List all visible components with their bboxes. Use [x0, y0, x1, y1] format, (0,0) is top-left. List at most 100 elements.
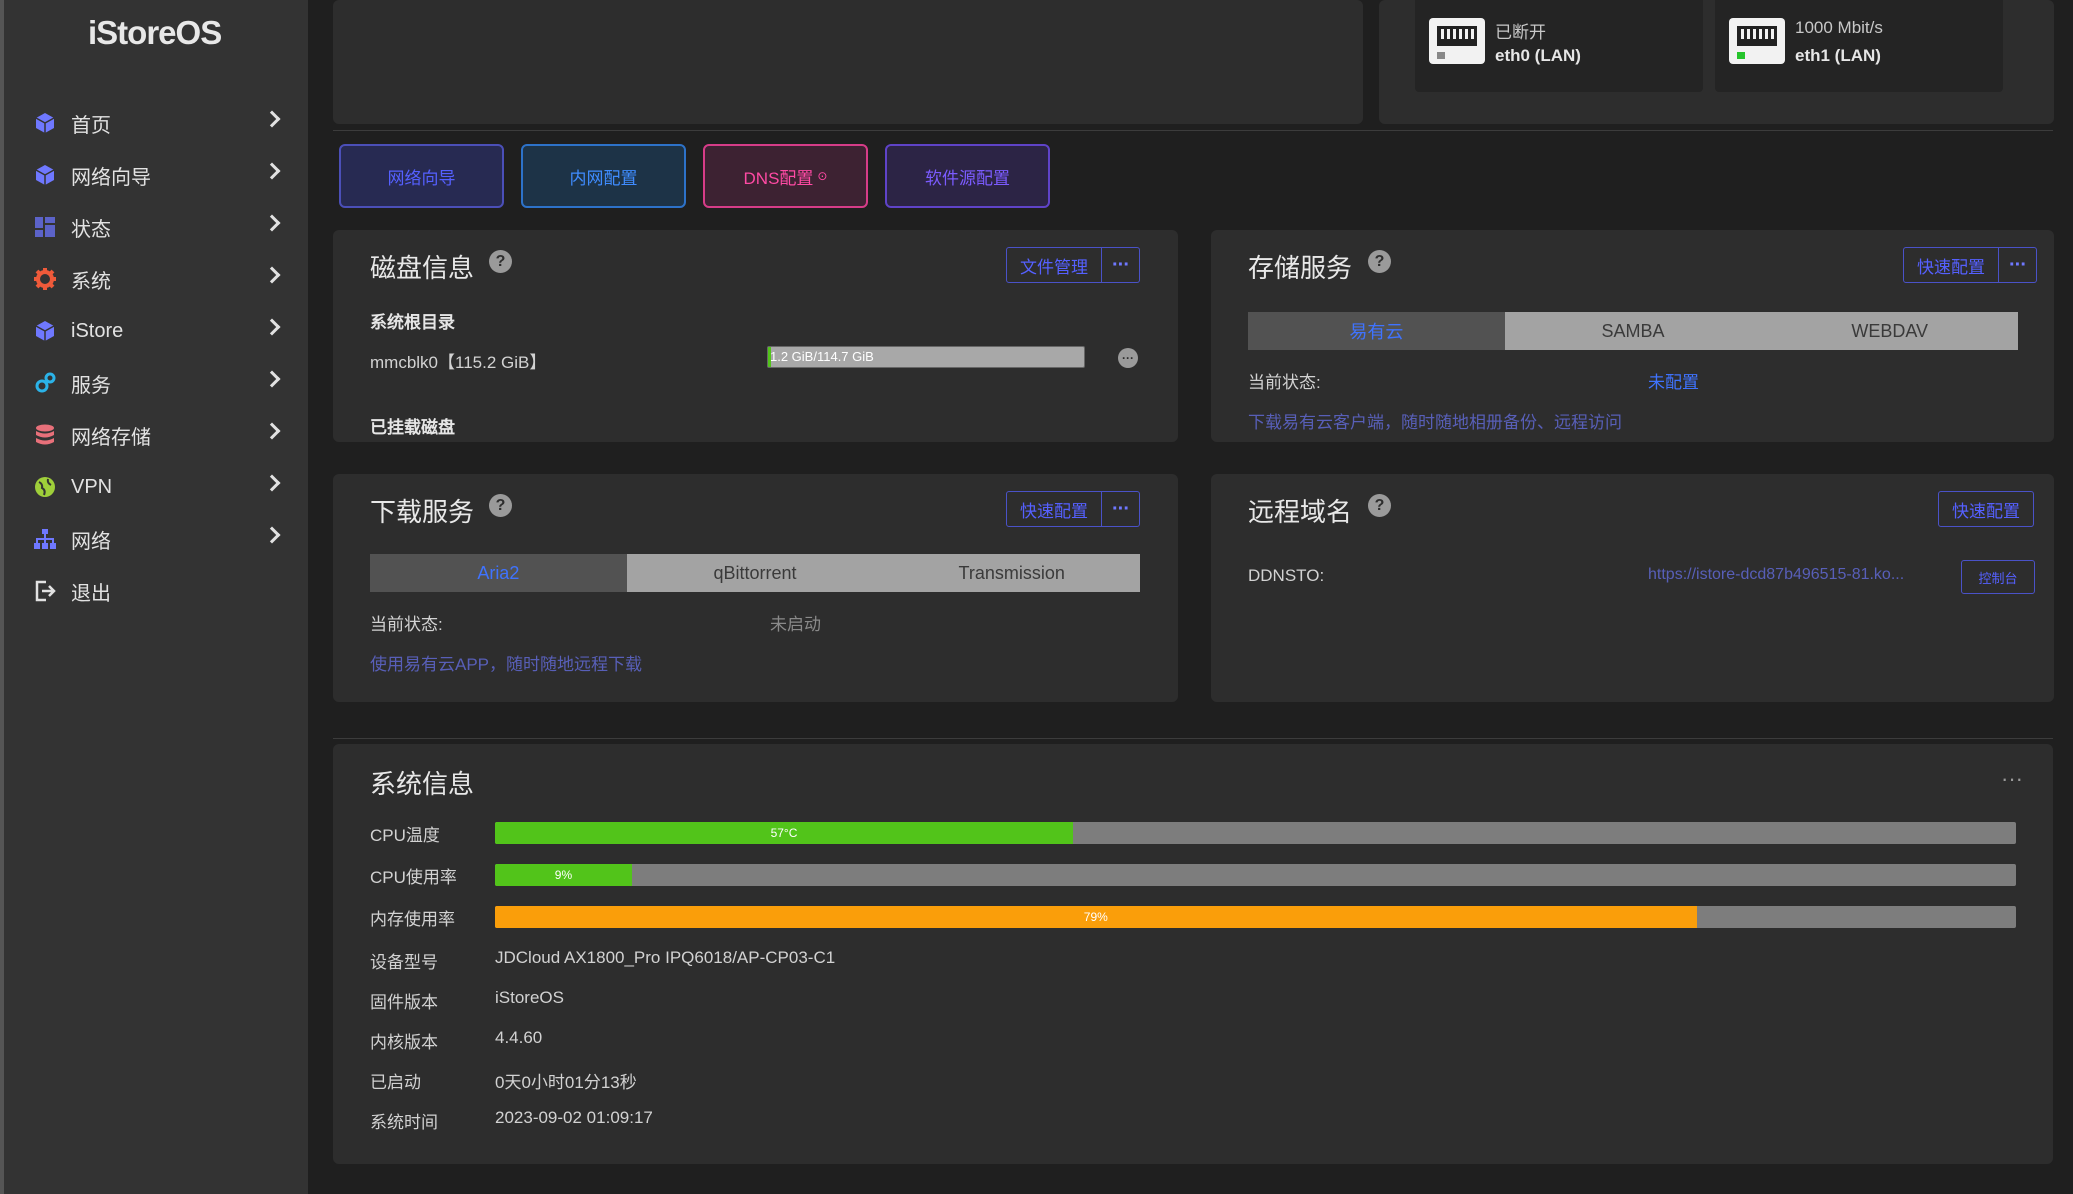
more-circle-icon[interactable]: ···	[1118, 348, 1138, 368]
sidebar: iStoreOS 首页 网络向导 状态 系统 iStore 服务 网络存储 VP…	[0, 0, 308, 1194]
tab-aria2[interactable]: Aria2	[370, 554, 627, 592]
status-value: 未启动	[770, 615, 821, 634]
divider	[333, 130, 2053, 131]
disk-usage-text: 1.2 GiB/114.7 GiB	[770, 349, 874, 364]
chevron-right-icon	[263, 474, 281, 492]
download-hint-link[interactable]: 使用易有云APP，随时随地远程下载	[370, 650, 642, 675]
help-icon[interactable]: ?	[489, 250, 512, 273]
kernel-value: 4.4.60	[495, 1028, 543, 1047]
sidebar-item-network[interactable]: 网络	[4, 513, 308, 565]
bar-label: 内存使用率	[370, 910, 455, 929]
chevron-right-icon	[263, 422, 281, 440]
status-label: 当前状态:	[370, 615, 443, 634]
disk-usage-bar: 1.2 GiB/114.7 GiB	[767, 346, 1085, 368]
port-eth1: 1000 Mbit/s eth1 (LAN)	[1715, 0, 2003, 92]
help-icon[interactable]: ?	[489, 494, 512, 517]
more-icon[interactable]: ···	[1102, 247, 1140, 283]
help-icon[interactable]: ?	[1368, 250, 1391, 273]
quick-config-button[interactable]: 快速配置	[1903, 247, 1999, 283]
firmware-value: iStoreOS	[495, 988, 564, 1007]
bar-label: CPU使用率	[370, 868, 457, 887]
port-name: eth1 (LAN)	[1795, 46, 1881, 65]
sidebar-item-label: 系统	[71, 270, 111, 293]
chevron-right-icon	[263, 110, 281, 128]
info-label: 已启动	[370, 1073, 421, 1092]
port-status: 已断开	[1495, 23, 1546, 42]
tab-ecloud[interactable]: 易有云	[1248, 312, 1505, 350]
sidebar-item-nas[interactable]: 网络存储	[4, 409, 308, 461]
ecloud-hint-link[interactable]: 下载易有云客户端，随时随地相册备份、远程访问	[1248, 408, 1622, 433]
system-time-value: 2023-09-02 01:09:17	[495, 1108, 653, 1127]
ethernet-port-icon	[1729, 18, 1785, 64]
chevron-right-icon	[263, 266, 281, 284]
chevron-right-icon	[263, 214, 281, 232]
software-source-button[interactable]: 软件源配置	[885, 144, 1050, 208]
sitemap-icon	[34, 528, 56, 550]
port-status: 1000 Mbit/s	[1795, 18, 1883, 37]
status-value-link[interactable]: 未配置	[1648, 368, 1699, 393]
memory-usage-bar: 79%	[495, 906, 2016, 928]
tab-qbittorrent[interactable]: qBittorrent	[627, 554, 884, 592]
sidebar-item-network-wizard[interactable]: 网络向导	[4, 149, 308, 201]
chevron-right-icon	[263, 370, 281, 388]
sidebar-item-vpn[interactable]: VPN	[4, 461, 308, 513]
sidebar-item-home[interactable]: 首页	[4, 97, 308, 149]
sidebar-item-services[interactable]: 服务	[4, 357, 308, 409]
file-manager-button[interactable]: 文件管理	[1006, 247, 1102, 283]
sidebar-item-label: 网络	[71, 530, 111, 553]
tab-webdav[interactable]: WEBDAV	[1761, 312, 2018, 350]
sidebar-item-label: iStore	[71, 319, 124, 342]
bar-label: CPU温度	[370, 826, 440, 845]
sidebar-item-label: 服务	[71, 374, 111, 397]
cpu-usage-bar: 9%	[495, 864, 2016, 886]
tab-samba[interactable]: SAMBA	[1505, 312, 1762, 350]
system-info-card: 系统信息 ··· CPU温度 57°C CPU使用率 9% 内存使用率 79% …	[333, 744, 2053, 1164]
status-label: 当前状态:	[1248, 373, 1321, 392]
quick-config-button[interactable]: 快速配置	[1006, 491, 1102, 527]
download-service-card: 下载服务 ? 快速配置 ··· Aria2 qBittorrent Transm…	[333, 474, 1178, 702]
console-button[interactable]: 控制台	[1961, 560, 2035, 594]
main-content: 已断开 eth0 (LAN) 1000 Mbit/s eth1 (LAN) 网络…	[308, 0, 2073, 1194]
quick-config-button[interactable]: 快速配置	[1938, 491, 2034, 527]
dns-config-button[interactable]: DNS配置 ⊙	[703, 144, 868, 208]
logo: iStoreOS	[88, 14, 222, 51]
logout-icon	[34, 580, 56, 602]
tab-transmission[interactable]: Transmission	[883, 554, 1140, 592]
sidebar-item-label: 首页	[71, 114, 111, 137]
more-icon[interactable]: ···	[2001, 766, 2023, 792]
cube-icon	[34, 112, 56, 134]
more-icon[interactable]: ···	[1102, 491, 1140, 527]
sidebar-item-istore[interactable]: iStore	[4, 305, 308, 357]
sidebar-item-status[interactable]: 状态	[4, 201, 308, 253]
sidebar-item-system[interactable]: 系统	[4, 253, 308, 305]
bar-fill: 57°C	[495, 822, 1073, 844]
more-icon[interactable]: ···	[1999, 247, 2037, 283]
info-label: 设备型号	[370, 953, 438, 972]
root-dir-label: 系统根目录	[370, 313, 455, 332]
sidebar-item-label: 网络向导	[71, 166, 151, 189]
sidebar-item-label: VPN	[71, 475, 113, 498]
help-icon[interactable]: ?	[1368, 494, 1391, 517]
ethernet-port-icon	[1429, 18, 1485, 64]
info-label: 系统时间	[370, 1113, 438, 1132]
ddnsto-url-link[interactable]: https://istore-dcd87b496515-81.ko...	[1648, 566, 1904, 584]
bar-fill: 79%	[495, 906, 1697, 928]
gear-icon	[34, 268, 56, 290]
cogs-icon	[34, 372, 56, 394]
storage-tabs: 易有云 SAMBA WEBDAV	[1248, 312, 2018, 350]
overview-card	[333, 0, 1363, 124]
network-wizard-button[interactable]: 网络向导	[339, 144, 504, 208]
cpu-temp-bar: 57°C	[495, 822, 2016, 844]
card-title: 磁盘信息	[370, 253, 475, 283]
card-title: 下载服务	[370, 497, 475, 527]
ddnsto-label: DDNSTO:	[1248, 566, 1325, 585]
card-title: 远程域名	[1248, 497, 1353, 527]
database-icon	[34, 424, 56, 446]
network-ports-card: 已断开 eth0 (LAN) 1000 Mbit/s eth1 (LAN)	[1379, 0, 2054, 124]
sidebar-nav: 首页 网络向导 状态 系统 iStore 服务 网络存储 VPN 网络 退出	[4, 97, 308, 617]
mounted-disk-label: 已挂载磁盘	[370, 418, 455, 437]
divider	[333, 738, 2053, 739]
sidebar-item-logout[interactable]: 退出	[4, 565, 308, 617]
card-title: 存储服务	[1248, 253, 1353, 283]
lan-config-button[interactable]: 内网配置	[521, 144, 686, 208]
